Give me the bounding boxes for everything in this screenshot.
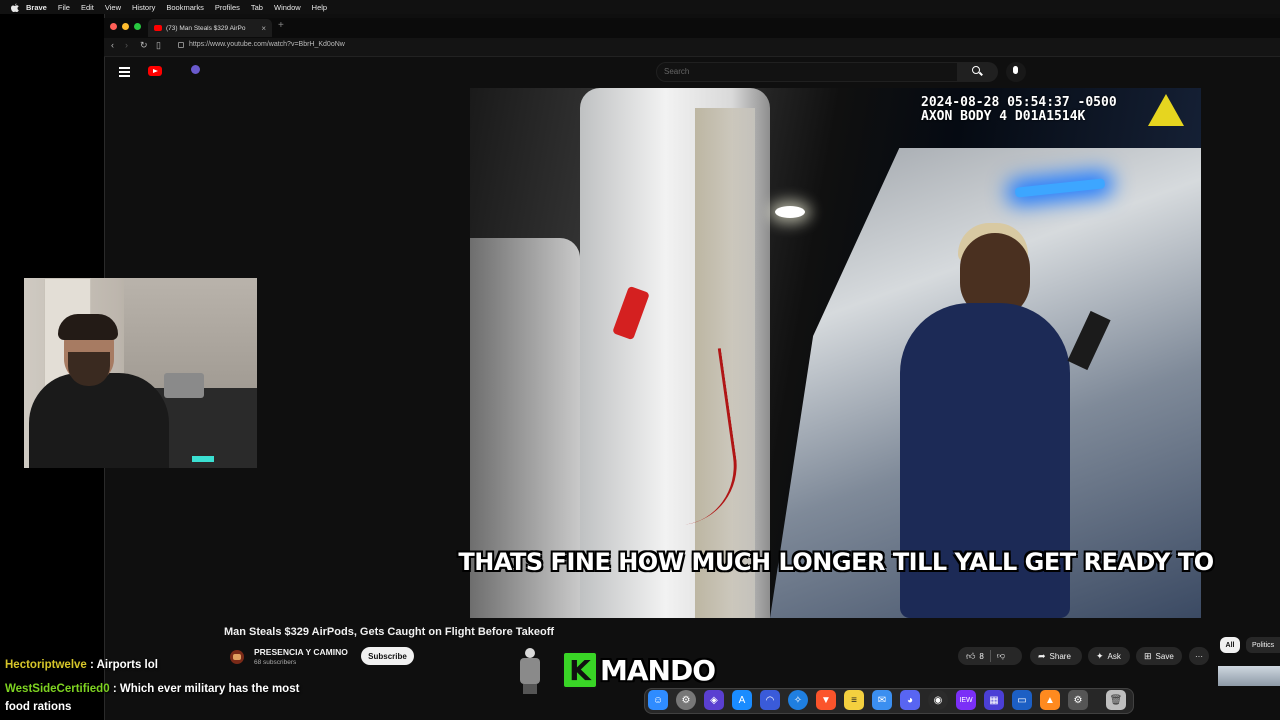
subscriber-count: 68 subscribers bbox=[254, 659, 297, 666]
save-label: Save bbox=[1155, 651, 1174, 661]
menu-window[interactable]: Window bbox=[274, 3, 301, 12]
vlc-icon[interactable]: ▲ bbox=[1040, 690, 1060, 710]
ask-button[interactable]: ✦ Ask bbox=[1088, 647, 1130, 665]
video-title: Man Steals $329 AirPods, Gets Caught on … bbox=[224, 626, 555, 638]
like-dislike-pill: 👍︎ 8 👎︎ bbox=[958, 647, 1022, 665]
webcam-overlay bbox=[24, 278, 257, 468]
search-box[interactable] bbox=[656, 62, 958, 82]
url-text: https://www.youtube.com/watch?v=BbrH_Kd0… bbox=[189, 41, 345, 48]
obs-icon[interactable]: ◉ bbox=[928, 690, 948, 710]
timestamp-line-1: 2024-08-28 05:54:37 -0500 bbox=[921, 95, 1117, 110]
menu-tab[interactable]: Tab bbox=[251, 3, 263, 12]
microphone-icon[interactable] bbox=[1013, 66, 1018, 74]
menu-view[interactable]: View bbox=[105, 3, 121, 12]
brave-shield-icon[interactable]: ◈ bbox=[704, 690, 724, 710]
youtube-favicon-icon bbox=[154, 25, 162, 31]
like-count[interactable]: 8 bbox=[979, 652, 983, 661]
close-window-button[interactable] bbox=[110, 23, 117, 30]
chat-username: WestSideCertified0 bbox=[5, 683, 110, 695]
share-label: Share bbox=[1049, 651, 1071, 661]
chat-message-continuation: food rations bbox=[5, 701, 72, 713]
kmando-logo: K MANDO bbox=[562, 650, 716, 690]
close-tab-icon[interactable]: × bbox=[261, 24, 266, 33]
url-field[interactable]: https://www.youtube.com/watch?v=BbrH_Kd0… bbox=[178, 41, 345, 48]
kmando-logo-text: MANDO bbox=[600, 653, 716, 687]
apple-icon[interactable] bbox=[10, 2, 20, 12]
desktop-icon[interactable]: ▭ bbox=[1012, 690, 1032, 710]
chat-text: : Which ever military has the most bbox=[112, 683, 300, 695]
timestamp-line-2: AXON BODY 4 D01A1514K bbox=[921, 109, 1086, 124]
grid-icon[interactable]: ▦ bbox=[984, 690, 1004, 710]
safari-icon[interactable]: ✧ bbox=[788, 690, 808, 710]
menu-hamburger-icon[interactable] bbox=[119, 67, 130, 77]
minimize-window-button[interactable] bbox=[122, 23, 129, 30]
menu-edit[interactable]: Edit bbox=[81, 3, 94, 12]
chat-username: Hectoriptwelve bbox=[5, 659, 87, 671]
youtube-doodle-icon[interactable] bbox=[164, 64, 200, 78]
tab-title: (73) Man Steals $329 AirPo bbox=[166, 24, 246, 32]
menu-app-name[interactable]: Brave bbox=[26, 3, 47, 12]
sparkle-icon: ✦ bbox=[1096, 650, 1104, 661]
settings-icon[interactable]: ⚙ bbox=[1068, 690, 1088, 710]
chat-message: Hectoriptwelve : Airports lol bbox=[5, 656, 158, 674]
search-icon[interactable] bbox=[972, 66, 980, 74]
search-input[interactable]: Search bbox=[664, 67, 689, 76]
chat-text: : Airports lol bbox=[90, 659, 158, 671]
iew-icon[interactable]: IEW bbox=[956, 690, 976, 710]
menu-profiles[interactable]: Profiles bbox=[215, 3, 240, 12]
channel-avatar[interactable] bbox=[230, 650, 244, 664]
save-icon: ⊞ bbox=[1144, 650, 1152, 661]
video-caption: THATS FINE HOW MUCH LONGER TILL YALL GET… bbox=[458, 548, 1214, 576]
mail-icon[interactable]: ✉ bbox=[872, 690, 892, 710]
brave-icon[interactable]: ▼ bbox=[816, 690, 836, 710]
mac-menu-bar: Brave File Edit View History Bookmarks P… bbox=[0, 0, 1280, 14]
reload-icon[interactable]: ↻ bbox=[140, 40, 148, 51]
bookmark-icon[interactable]: ▯ bbox=[156, 40, 161, 51]
finder-icon[interactable]: ☺ bbox=[648, 690, 668, 710]
trash-icon[interactable]: 🗑︎ bbox=[1106, 690, 1126, 710]
menu-bookmarks[interactable]: Bookmarks bbox=[166, 3, 204, 12]
kmando-logo-k: K bbox=[562, 651, 598, 689]
more-actions-button[interactable]: ··· bbox=[1189, 647, 1209, 665]
new-tab-icon[interactable]: + bbox=[278, 20, 284, 31]
channel-name[interactable]: PRESENCIA Y CAMINO bbox=[254, 647, 348, 657]
notes-icon[interactable]: ≡ bbox=[844, 690, 864, 710]
site-info-icon[interactable] bbox=[178, 41, 184, 48]
zoom-window-button[interactable] bbox=[134, 23, 141, 30]
ask-label: Ask bbox=[1107, 651, 1121, 661]
chip-all[interactable]: All bbox=[1220, 637, 1240, 653]
save-button[interactable]: ⊞ Save bbox=[1136, 647, 1182, 665]
axon-logo-icon bbox=[1148, 94, 1184, 126]
youtube-logo-icon[interactable] bbox=[148, 66, 162, 76]
thumbs-down-icon[interactable]: 👎︎ bbox=[997, 651, 1005, 661]
bodycam-timestamp: 2024-08-28 05:54:37 -0500 AXON BODY 4 D0… bbox=[921, 96, 1117, 124]
streamer-mascot-icon bbox=[516, 648, 544, 694]
app-store-icon[interactable]: A bbox=[732, 690, 752, 710]
chip-politics[interactable]: Politics bbox=[1246, 637, 1280, 653]
menu-history[interactable]: History bbox=[132, 3, 155, 12]
subscribe-button[interactable]: Subscribe bbox=[361, 647, 414, 665]
launchpad-icon[interactable]: ⚙ bbox=[676, 690, 696, 710]
menu-help[interactable]: Help bbox=[312, 3, 327, 12]
chat-message: WestSideCertified0 : Which ever military… bbox=[5, 680, 299, 698]
arc-icon[interactable]: ◠ bbox=[760, 690, 780, 710]
share-button[interactable]: ➦ Share bbox=[1030, 647, 1082, 665]
back-icon[interactable]: ‹ bbox=[111, 40, 114, 50]
forward-icon[interactable]: › bbox=[125, 40, 128, 50]
share-icon: ➦ bbox=[1038, 650, 1046, 661]
menu-file[interactable]: File bbox=[58, 3, 70, 12]
browser-tab[interactable]: (73) Man Steals $329 AirPo × bbox=[148, 19, 272, 37]
discord-icon[interactable]: ◕ bbox=[900, 690, 920, 710]
recommended-thumbnail[interactable] bbox=[1218, 666, 1280, 686]
thumbs-up-icon[interactable]: 👍︎ bbox=[966, 651, 975, 662]
video-player[interactable] bbox=[470, 88, 1201, 618]
